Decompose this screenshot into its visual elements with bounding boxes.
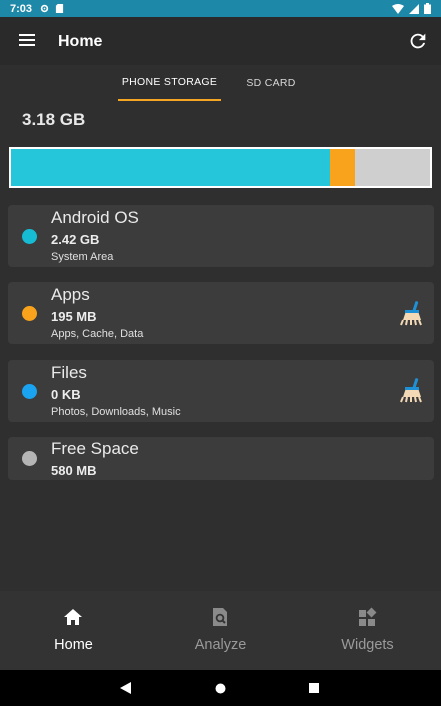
category-description: Photos, Downloads, Music bbox=[51, 406, 181, 418]
category-size: 195 MB bbox=[51, 309, 97, 324]
home-circle-icon[interactable] bbox=[215, 683, 226, 694]
free-space-color-dot bbox=[22, 451, 37, 466]
total-storage-size: 3.18 GB bbox=[22, 110, 86, 129]
storage-tabs: PHONE STORAGE SD CARD bbox=[0, 65, 441, 101]
category-size: 2.42 GB bbox=[51, 232, 100, 247]
system-navigation-bar bbox=[0, 670, 441, 706]
tab-phone-storage[interactable]: PHONE STORAGE bbox=[118, 65, 221, 101]
usage-segment-android-os bbox=[11, 149, 330, 186]
widgets-icon bbox=[359, 607, 377, 626]
status-time: 7:03 bbox=[10, 2, 33, 15]
nav-analyze-label: Analyze bbox=[194, 637, 247, 653]
sd-card-icon bbox=[55, 4, 64, 13]
bottom-navigation: Home Analyze Widgets bbox=[0, 591, 441, 670]
recents-icon[interactable] bbox=[309, 683, 319, 693]
category-name: Files bbox=[51, 363, 87, 382]
status-bar: 7:03 bbox=[0, 0, 441, 17]
category-size: 0 KB bbox=[51, 387, 81, 402]
category-card-apps[interactable]: Apps 195 MB Apps, Cache, Data bbox=[8, 282, 434, 344]
android-os-color-dot bbox=[22, 229, 37, 244]
category-name: Free Space bbox=[51, 439, 139, 458]
category-card-files[interactable]: Files 0 KB Photos, Downloads, Music bbox=[8, 360, 434, 422]
category-description: Apps, Cache, Data bbox=[51, 328, 144, 340]
signal-icon bbox=[409, 3, 419, 14]
broom-icon[interactable] bbox=[400, 300, 424, 326]
back-icon[interactable] bbox=[120, 682, 131, 694]
apps-color-dot bbox=[22, 306, 37, 321]
broom-icon[interactable] bbox=[400, 377, 424, 403]
category-card-free-space[interactable]: Free Space 580 MB bbox=[8, 437, 434, 480]
nav-analyze[interactable]: Analyze bbox=[147, 591, 294, 670]
usage-segment-apps bbox=[329, 149, 356, 186]
app-bar: Home bbox=[0, 17, 441, 65]
category-name: Android OS bbox=[51, 208, 139, 227]
nav-widgets[interactable]: Widgets bbox=[294, 591, 441, 670]
page-title: Home bbox=[58, 33, 103, 50]
menu-icon[interactable] bbox=[19, 34, 35, 48]
wifi-icon bbox=[392, 3, 404, 14]
analyze-icon bbox=[213, 608, 227, 626]
settings-icon bbox=[40, 4, 49, 13]
category-size: 580 MB bbox=[51, 463, 97, 478]
storage-usage-bar bbox=[9, 147, 432, 188]
home-icon bbox=[64, 609, 82, 625]
files-color-dot bbox=[22, 384, 37, 399]
category-description: System Area bbox=[51, 251, 114, 263]
usage-segment-free-space bbox=[355, 149, 430, 186]
nav-home[interactable]: Home bbox=[0, 591, 147, 670]
tab-sd-card[interactable]: SD CARD bbox=[231, 65, 311, 101]
nav-home-label: Home bbox=[54, 637, 93, 653]
battery-icon bbox=[424, 3, 431, 14]
category-card-android-os[interactable]: Android OS 2.42 GB System Area bbox=[8, 205, 434, 267]
nav-widgets-label: Widgets bbox=[341, 637, 394, 653]
refresh-icon[interactable] bbox=[407, 30, 429, 52]
category-name: Apps bbox=[51, 285, 90, 304]
